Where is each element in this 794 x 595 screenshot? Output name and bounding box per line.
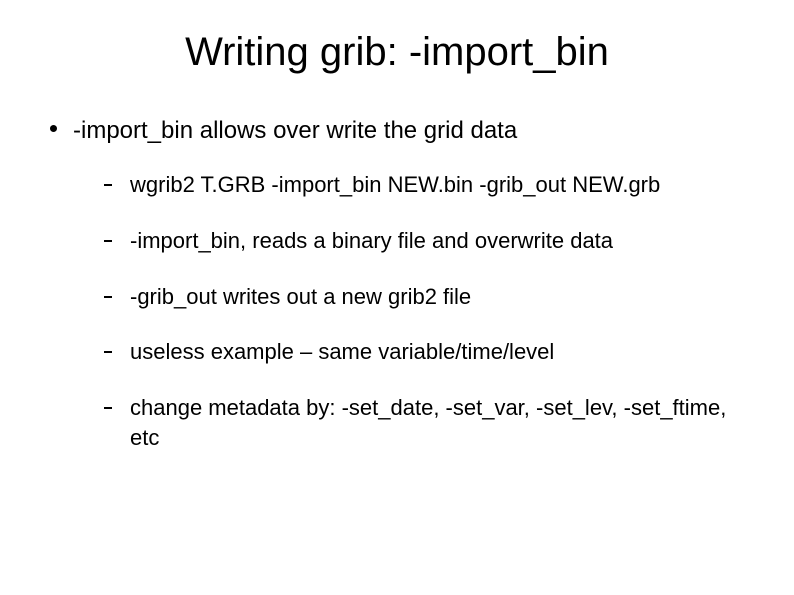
slide: Writing grib: -import_bin -import_bin al… [0, 0, 794, 595]
list-item: wgrib2 T.GRB -import_bin NEW.bin -grib_o… [104, 170, 754, 200]
bullet-text: -grib_out writes out a new grib2 file [130, 282, 471, 312]
bullet-text: -import_bin allows over write the grid d… [73, 115, 517, 146]
slide-title: Writing grib: -import_bin [40, 30, 754, 75]
dash-icon [104, 184, 112, 186]
bullet-text: -import_bin, reads a binary file and ove… [130, 226, 613, 256]
bullet-text: wgrib2 T.GRB -import_bin NEW.bin -grib_o… [130, 170, 660, 200]
list-item: -import_bin allows over write the grid d… [50, 115, 754, 146]
dash-icon [104, 407, 112, 409]
list-item: -import_bin, reads a binary file and ove… [104, 226, 754, 256]
list-item: useless example – same variable/time/lev… [104, 337, 754, 367]
bullet-icon [50, 125, 57, 132]
dash-icon [104, 240, 112, 242]
bullet-text: useless example – same variable/time/lev… [130, 337, 554, 367]
list-item: -grib_out writes out a new grib2 file [104, 282, 754, 312]
bullet-text: change metadata by: -set_date, -set_var,… [130, 393, 750, 452]
dash-icon [104, 351, 112, 353]
dash-icon [104, 296, 112, 298]
list-item: change metadata by: -set_date, -set_var,… [104, 393, 754, 452]
